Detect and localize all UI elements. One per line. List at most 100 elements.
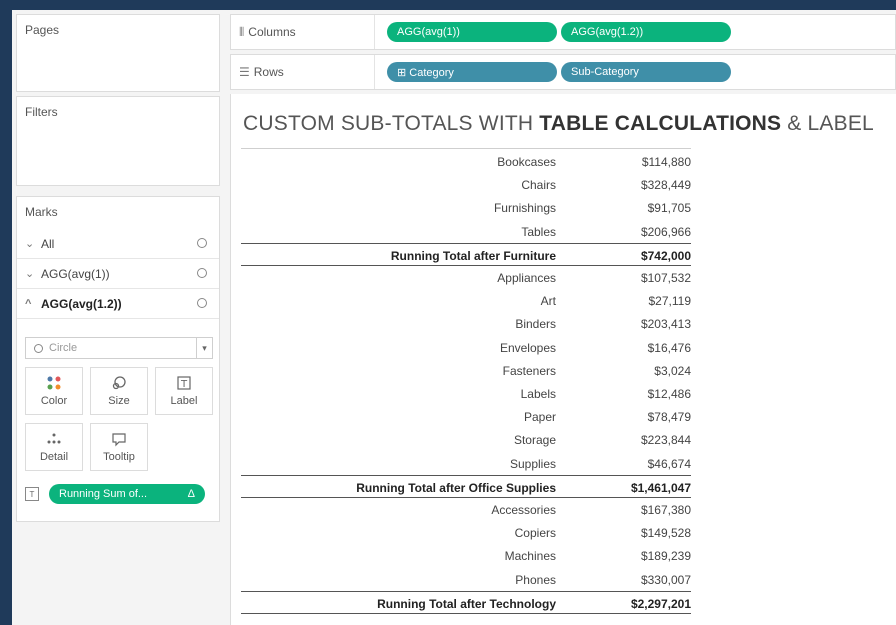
label-button-label: Label [170,395,198,407]
pages-title: Pages [25,23,60,37]
label-button[interactable]: T Label [155,367,213,415]
table-row[interactable]: Furnishings $91,705 [241,196,691,219]
running-sum-pill[interactable]: Running Sum of... Δ [49,484,205,504]
viz-title-tail: & LABEL [781,112,874,135]
shelf-divider [374,15,375,49]
table-row[interactable]: Phones $330,007 [241,568,691,591]
subtotal-label: Running Total after Office Supplies [356,480,556,495]
sub-category-cell: Paper [523,410,556,425]
value-cell: $328,449 [640,178,691,193]
columns-label: ⦀ Columns [239,25,296,40]
value-cell: $27,119 [648,294,692,309]
table-row[interactable]: Supplies $46,674 [241,452,691,475]
sub-category-cell: Chairs [521,178,556,193]
svg-text:T: T [180,379,188,390]
value-cell: $114,880 [641,155,691,169]
chevron-up-icon: ^ [25,297,32,310]
table-row[interactable]: Appliances $107,532 [241,266,691,289]
detail-button-label: Detail [39,451,69,463]
circle-icon [197,238,207,248]
table-row[interactable]: Accessories $167,380 [241,498,691,521]
subtotal-row[interactable]: Running Total after Technology $2,297,201 [241,590,691,614]
mark-type-value: Circle [49,342,78,354]
table-row[interactable]: Machines $189,239 [241,544,691,567]
value-cell: $78,479 [647,410,691,425]
value-cell: $149,528 [640,526,691,541]
table-row[interactable]: Labels $12,486 [241,382,691,405]
filters-title: Filters [25,105,58,119]
filters-shelf[interactable]: Filters [16,96,220,186]
subtotal-row[interactable]: Running Total after Furniture $742,000 [241,242,691,266]
marks-row-label: All [41,236,55,251]
table-row[interactable]: Copiers $149,528 [241,521,691,544]
sub-category-cell: Tables [521,224,556,239]
rows-label: ☰ Rows [239,65,284,79]
rows-pill-sub-category[interactable]: Sub-Category [561,62,731,82]
sub-category-cell: Phones [515,572,556,587]
table-divider [241,148,691,149]
columns-shelf[interactable]: ⦀ Columns AGG(avg(1)) AGG(avg(1.2)) [230,14,896,50]
value-cell: $203,413 [640,317,691,332]
sub-category-cell: Fasteners [502,363,556,378]
circle-icon [34,343,43,353]
marks-card: Marks ⌄ All ⌄ AGG(avg(1)) ^ AGG(avg(1.2)… [16,196,220,522]
rows-pill-category[interactable]: ⊞ Category [387,62,557,82]
subtotal-row[interactable]: Running Total after Office Supplies $1,46… [241,474,691,498]
rows-icon: ☰ [239,65,250,79]
color-button[interactable]: Color [25,367,83,415]
detail-button[interactable]: Detail [25,423,83,471]
sub-category-cell: Art [540,294,556,309]
left-panel: Pages Filters Marks ⌄ All ⌄ AGG(avg(1)) … [12,10,222,625]
color-button-label: Color [40,395,68,407]
mark-type-dropdown[interactable]: Circle ▾ [25,337,213,359]
sub-category-cell: Appliances [497,271,556,285]
value-cell: $330,007 [640,572,691,587]
table-row[interactable]: Chairs $328,449 [241,173,691,196]
rows-label-text: Rows [253,65,284,79]
subtotal-value: $1,461,047 [630,480,691,495]
size-button-label: Size [108,395,130,407]
tooltip-speech-icon [111,431,127,451]
table-row[interactable]: Bookcases $114,880 [241,150,691,173]
table-row[interactable]: Storage $223,844 [241,428,691,451]
columns-label-text: Columns [248,25,296,39]
subtotal-label: Running Total after Technology [377,596,556,611]
table-row[interactable]: Envelopes $16,476 [241,336,691,359]
chevron-down-icon: ⌄ [25,238,35,250]
tableau-worksheet: Pages Filters Marks ⌄ All ⌄ AGG(avg(1)) … [12,10,896,625]
rows-shelf[interactable]: ☰ Rows ⊞ Category Sub-Category [230,54,896,90]
value-cell: $91,705 [647,201,691,216]
detail-dots-icon [46,431,62,451]
viz-area: CUSTOM SUB-TOTALS WITH TABLE CALCULATION… [230,94,896,625]
subtotal-value: $742,000 [640,248,691,263]
viz-title-light: CUSTOM SUB-TOTALS WITH [243,112,540,135]
marks-row-agg-1[interactable]: ⌄ AGG(avg(1)) [17,259,219,289]
table-row[interactable]: Fasteners $3,024 [241,359,691,382]
marks-row-label: AGG(avg(1.2)) [41,296,122,311]
columns-pill-agg-1-2[interactable]: AGG(avg(1.2)) [561,22,731,42]
chevron-down-icon: ▾ [196,338,212,358]
columns-pill-agg-1[interactable]: AGG(avg(1)) [387,22,557,42]
table-row[interactable]: Art $27,119 [241,289,691,312]
text-label-icon: T [25,487,39,501]
tooltip-button[interactable]: Tooltip [90,423,148,471]
table-row[interactable]: Binders $203,413 [241,312,691,335]
delta-icon: Δ [187,488,195,500]
size-button[interactable]: Size [90,367,148,415]
sub-category-cell: Binders [515,317,556,332]
viz-title: CUSTOM SUB-TOTALS WITH TABLE CALCULATION… [243,112,874,136]
text-label-icon: T [176,375,192,395]
sub-category-cell: Envelopes [499,340,556,355]
table-row[interactable]: Tables $206,966 [241,220,691,243]
value-cell: $223,844 [640,433,691,448]
value-cell: $12,486 [647,387,691,401]
pages-shelf[interactable]: Pages [16,14,220,92]
value-cell: $16,476 [647,340,691,355]
columns-icon: ⦀ [239,25,245,39]
marks-title: Marks [25,205,58,219]
sub-category-cell: Bookcases [497,155,556,169]
marks-row-agg-1-2[interactable]: ^ AGG(avg(1.2)) [17,289,219,319]
chevron-down-icon: ⌄ [25,268,35,280]
marks-row-all[interactable]: ⌄ All [17,229,219,259]
table-row[interactable]: Paper $78,479 [241,405,691,428]
